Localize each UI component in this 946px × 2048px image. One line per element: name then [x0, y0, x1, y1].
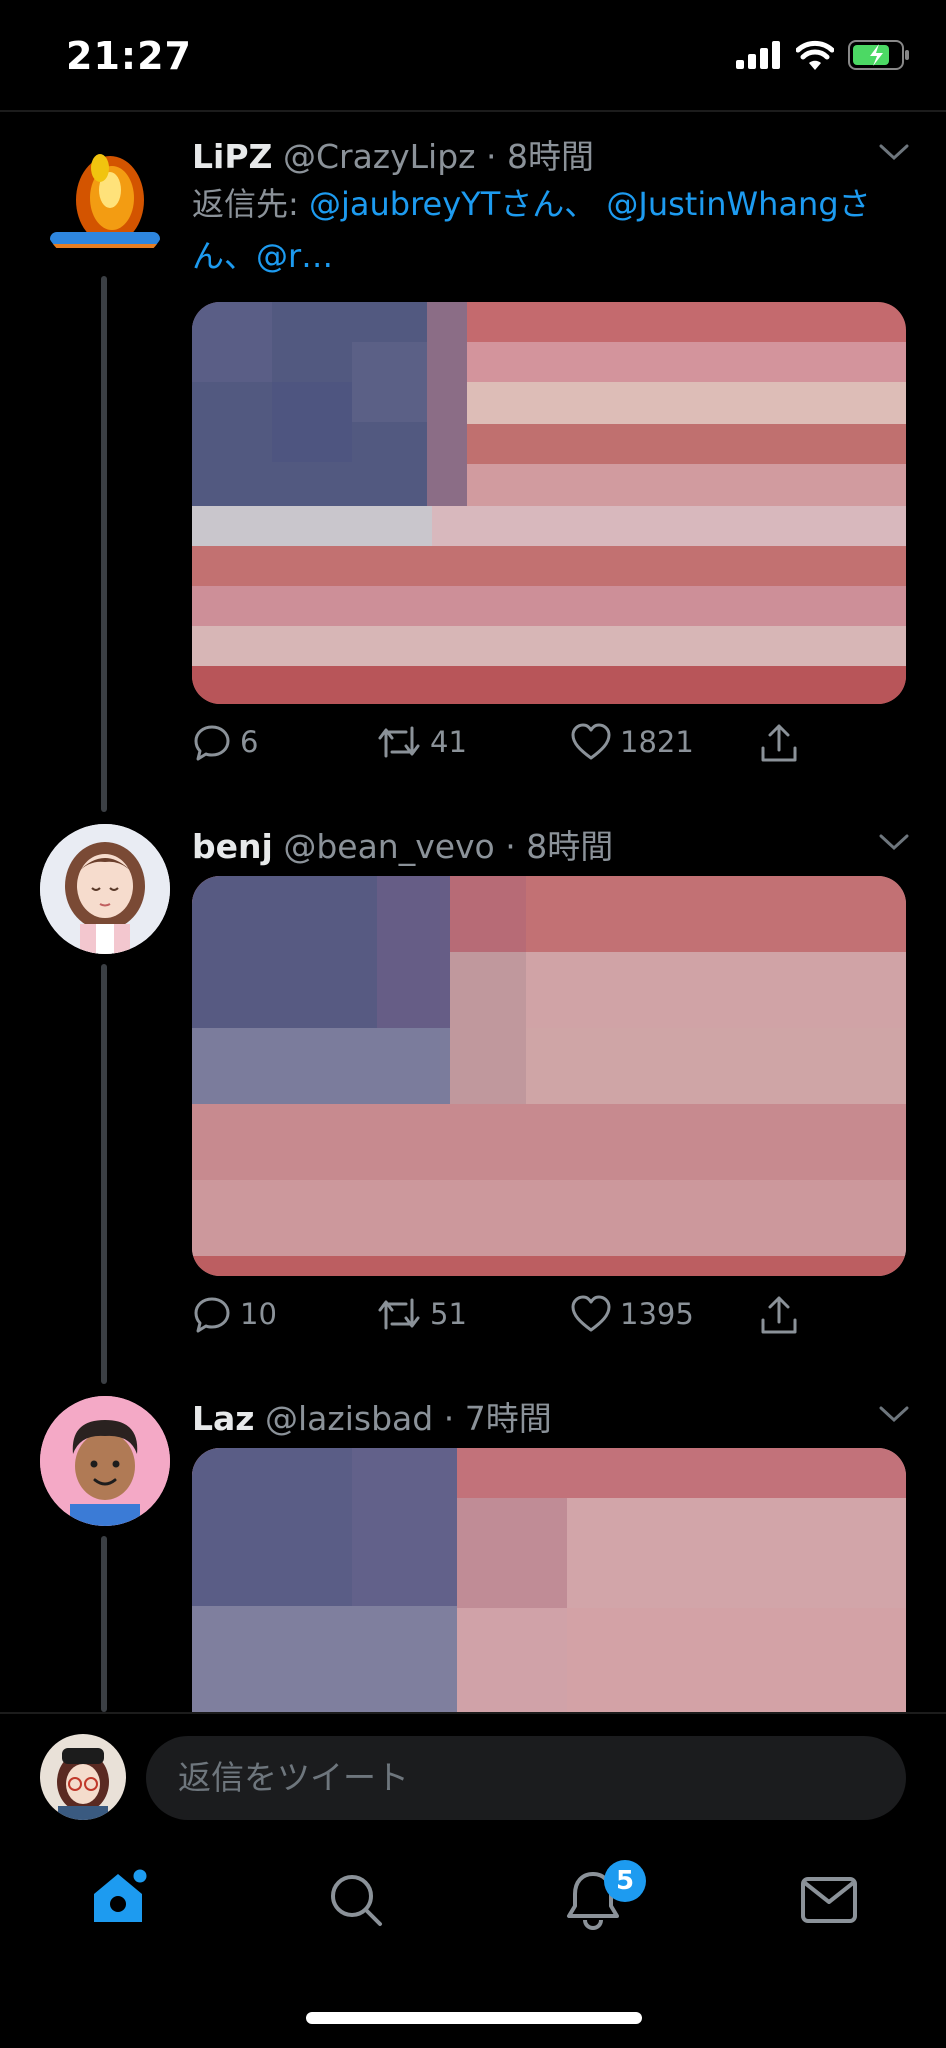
- share-button[interactable]: [758, 722, 800, 764]
- like-count: 1395: [620, 1297, 694, 1331]
- timestamp[interactable]: · 8時間: [505, 827, 613, 866]
- avatar-flame-image: [50, 154, 160, 248]
- like-button[interactable]: 1395: [570, 1294, 694, 1334]
- tweet-actions: 10 51 1395: [192, 1294, 892, 1344]
- display-name[interactable]: LiPZ: [192, 137, 272, 176]
- retweet-icon: [378, 1298, 420, 1330]
- status-time: 21:27: [66, 34, 192, 78]
- retweet-button[interactable]: 51: [376, 1294, 467, 1334]
- tweet-header: Laz @lazisbad · 7時間: [192, 1392, 552, 1440]
- status-bar: 21:27: [0, 0, 946, 112]
- home-indicator[interactable]: [306, 2012, 642, 2024]
- chevron-down-icon[interactable]: [878, 1404, 910, 1424]
- display-name[interactable]: Laz: [192, 1399, 255, 1438]
- avatar-benj[interactable]: [40, 824, 170, 954]
- timestamp[interactable]: · 7時間: [444, 1399, 552, 1438]
- tab-bar: [0, 1840, 946, 1960]
- username[interactable]: @lazisbad: [265, 1399, 433, 1438]
- retweet-button[interactable]: 41: [376, 722, 467, 762]
- retweet-count: 51: [430, 1297, 467, 1331]
- thread-line: [101, 964, 107, 1384]
- share-icon: [761, 1296, 797, 1334]
- like-button[interactable]: 1821: [570, 722, 694, 762]
- reply-count: 6: [240, 725, 259, 759]
- avatar-glasses-girl-image: [40, 1734, 126, 1820]
- reply-tweet-input[interactable]: 返信をツイート: [146, 1736, 906, 1820]
- avatar-lipz[interactable]: [40, 140, 170, 270]
- reply-button[interactable]: 6: [192, 722, 258, 762]
- display-name[interactable]: benj: [192, 827, 273, 866]
- signal-icon: [736, 41, 780, 69]
- share-button[interactable]: [758, 1294, 800, 1336]
- wifi-icon: [796, 40, 834, 70]
- status-icons: [736, 40, 910, 70]
- tweet-image-flag[interactable]: [192, 302, 906, 704]
- thread-line: [101, 276, 107, 812]
- chevron-down-icon[interactable]: [878, 142, 910, 162]
- my-avatar[interactable]: [40, 1734, 126, 1820]
- avatar-cartoon-boy-image: [40, 1396, 170, 1526]
- tweet-image-flag[interactable]: [192, 1448, 906, 1712]
- home-icon[interactable]: [88, 1864, 152, 1928]
- reply-count: 10: [240, 1297, 277, 1331]
- tweet-image-flag[interactable]: [192, 876, 906, 1276]
- retweet-count: 41: [430, 725, 467, 759]
- reply-button[interactable]: 10: [192, 1294, 277, 1334]
- reply-icon: [194, 1297, 230, 1333]
- notifications-badge: 5: [604, 1860, 646, 1902]
- header-divider: [0, 110, 946, 112]
- tweet-actions: 6 41 1821: [192, 722, 892, 772]
- reply-icon: [194, 725, 230, 761]
- username[interactable]: @CrazyLipz: [283, 137, 476, 176]
- like-icon: [571, 1295, 611, 1332]
- avatar-laz[interactable]: [40, 1396, 170, 1526]
- search-icon[interactable]: [328, 1872, 384, 1928]
- retweet-icon: [378, 726, 420, 758]
- like-icon: [571, 723, 611, 760]
- reply-to: 返信先: @jaubreyYTさん、 @JustinWhangさん、@r…: [192, 178, 872, 282]
- like-count: 1821: [620, 725, 694, 759]
- share-icon: [761, 724, 797, 762]
- messages-icon[interactable]: [800, 1876, 858, 1924]
- tweet-header: benj @bean_vevo · 8時間: [192, 820, 613, 868]
- reply-composer: 返信をツイート: [0, 1712, 946, 1834]
- tweet-header: LiPZ @CrazyLipz · 8時間: [192, 130, 594, 178]
- thread-line: [101, 1536, 107, 1712]
- timestamp[interactable]: · 8時間: [486, 137, 594, 176]
- username[interactable]: @bean_vevo: [283, 827, 494, 866]
- battery-icon: [848, 40, 909, 70]
- avatar-anime-girl-image: [40, 824, 170, 954]
- chevron-down-icon[interactable]: [878, 832, 910, 852]
- reply-to-label: 返信先:: [192, 185, 309, 223]
